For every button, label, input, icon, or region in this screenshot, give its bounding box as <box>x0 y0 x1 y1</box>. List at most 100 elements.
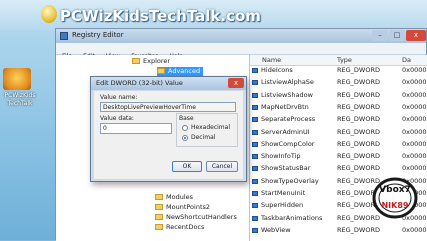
value-data: 0x0000 <box>402 115 427 124</box>
window-close-button[interactable]: x <box>406 30 426 41</box>
value-name: ListviewAlphaSe <box>261 78 314 87</box>
value-data: 0x0000 <box>402 127 427 136</box>
brand-logo-icon <box>41 5 57 23</box>
dword-value-icon <box>252 227 258 233</box>
value-type: REG_DWORD <box>337 90 380 99</box>
list-item[interactable]: ShowCompColor REG_DWORD 0x0000 <box>250 140 427 149</box>
value-data: 0x0000 <box>402 164 427 173</box>
value-data: 0x0000 <box>402 152 427 161</box>
value-name: ListviewShadow <box>261 90 313 99</box>
list-item[interactable]: ListviewAlphaSe REG_DWORD 0x0000 <box>250 78 427 87</box>
window-title: Registry Editor <box>72 31 124 39</box>
value-data: 0x0000 <box>402 78 427 87</box>
dialog-close-button[interactable]: x <box>228 78 244 88</box>
value-name: StartMenuInit <box>261 189 306 197</box>
dialog-body: Value name: DesktopLivePreviewHoverTime … <box>94 91 243 179</box>
decimal-radio[interactable] <box>182 135 188 141</box>
hexadecimal-label: Hexadecimal <box>191 124 230 131</box>
value-type: REG_DWORD <box>337 78 380 87</box>
dword-value-icon <box>252 92 258 98</box>
folder-icon <box>157 68 165 74</box>
desktop-shortcut-icon[interactable] <box>3 68 31 90</box>
tree-item-label: RecentDocs <box>166 223 205 231</box>
tree-item-mountpoints2[interactable]: MountPoints2 <box>155 203 210 212</box>
registry-editor-icon <box>60 32 68 40</box>
value-type: REG_DWORD <box>337 115 380 124</box>
decimal-label: Decimal <box>191 134 216 141</box>
tree-item-label: MountPoints2 <box>166 203 211 211</box>
value-type: REG_DWORD <box>337 225 380 234</box>
tree-item-newshortcuthandlers[interactable]: NewShortcutHandlers <box>155 213 237 222</box>
value-data: 0x0000 <box>402 90 427 99</box>
tree-item-label: Modules <box>166 193 194 201</box>
list-item[interactable]: WebView REG_DWORD 0x0000 <box>250 226 427 235</box>
column-header-name[interactable]: Name <box>262 55 281 65</box>
window-titlebar[interactable]: Registry Editor – □ x <box>56 29 426 43</box>
value-name: ShowStatusBar <box>261 164 311 173</box>
value-name: SeparateProcess <box>261 115 316 124</box>
value-name: WebView <box>261 225 291 234</box>
tree-item-label: NewShortcutHandlers <box>166 213 237 221</box>
desktop: PCWizKidsTechTalk.com PCWizKids TechTalk… <box>0 0 427 241</box>
dword-value-icon <box>252 104 258 110</box>
list-item[interactable]: SeparateProcess REG_DWORD 0x0000 <box>250 115 427 124</box>
brand-title: PCWizKidsTechTalk.com <box>60 7 261 25</box>
ok-button[interactable]: OK <box>172 161 202 172</box>
cancel-button[interactable]: Cancel <box>206 161 238 172</box>
dword-value-icon <box>252 80 258 86</box>
folder-icon <box>155 204 163 210</box>
vbox7-watermark-logo: Vbox7 NIK89 <box>372 177 418 219</box>
value-data: 0x0000 <box>402 139 427 148</box>
value-data: 0x0000 <box>402 225 427 234</box>
list-item[interactable]: MapNetDrvBtn REG_DWORD 0x0000 <box>250 103 427 112</box>
list-item[interactable]: HideIcons REG_DWORD 0x0000 <box>250 66 427 75</box>
value-name: HideIcons <box>261 66 293 74</box>
dword-value-icon <box>252 154 258 160</box>
value-name-label: Value name: <box>100 94 138 101</box>
dword-value-icon <box>252 203 258 209</box>
hexadecimal-radio[interactable] <box>182 125 188 131</box>
desktop-label-line1: PCWizKids <box>4 92 36 99</box>
column-header-data[interactable]: Da <box>402 55 411 65</box>
maximize-button[interactable]: □ <box>389 30 405 41</box>
value-name: TaskbarAnimations <box>261 213 323 222</box>
value-type: REG_DWORD <box>337 139 380 148</box>
value-name: ShowInfoTip <box>261 152 301 161</box>
value-type: REG_DWORD <box>337 127 380 136</box>
list-item[interactable]: ShowStatusBar REG_DWORD 0x0000 <box>250 164 427 173</box>
folder-icon <box>155 224 163 230</box>
desktop-shortcut-label: PCWizKids TechTalk <box>0 92 40 108</box>
tree-item-recentdocs[interactable]: RecentDocs <box>155 223 204 232</box>
menu-bar: File Edit View Favorites Help <box>56 43 426 60</box>
edit-dword-dialog: Edit DWORD (32-bit) Value x Value name: … <box>90 76 247 182</box>
folder-icon <box>155 194 163 200</box>
value-name: ShowCompColor <box>261 139 315 148</box>
dword-value-icon <box>252 215 258 221</box>
watermark-top-text: Vbox7 <box>379 185 411 195</box>
dialog-titlebar[interactable]: Edit DWORD (32-bit) Value x <box>91 77 246 90</box>
tree-item-advanced[interactable]: Advanced <box>157 67 204 76</box>
value-data-input[interactable]: 0 <box>100 123 172 134</box>
list-item[interactable]: ListviewShadow REG_DWORD 0x0000 <box>250 91 427 100</box>
value-type: REG_DWORD <box>337 152 380 161</box>
desktop-label-line2: TechTalk <box>7 100 33 107</box>
list-item[interactable]: ShowInfoTip REG_DWORD 0x0000 <box>250 152 427 161</box>
folder-icon <box>155 214 163 220</box>
dword-value-icon <box>252 141 258 147</box>
watermark-bottom-text: NIK89 <box>381 201 408 210</box>
column-header-type[interactable]: Type <box>337 55 352 65</box>
value-data-label: Value data: <box>100 115 134 122</box>
value-name: SuperHidden <box>261 201 304 210</box>
dialog-title: Edit DWORD (32-bit) Value <box>96 79 183 87</box>
dword-value-icon <box>252 68 258 73</box>
value-type: REG_DWORD <box>337 164 380 173</box>
tree-item-modules[interactable]: Modules <box>155 193 193 202</box>
folder-icon <box>132 58 140 64</box>
tree-item-explorer[interactable]: Explorer <box>132 57 170 66</box>
value-data: 0x0000 <box>402 102 427 111</box>
list-item[interactable]: ServerAdminUI REG_DWORD 0x0000 <box>250 128 427 137</box>
minimize-button[interactable]: – <box>372 30 388 41</box>
tree-item-label: Explorer <box>143 57 171 65</box>
value-name: MapNetDrvBtn <box>261 102 309 111</box>
dword-value-icon <box>252 166 258 172</box>
